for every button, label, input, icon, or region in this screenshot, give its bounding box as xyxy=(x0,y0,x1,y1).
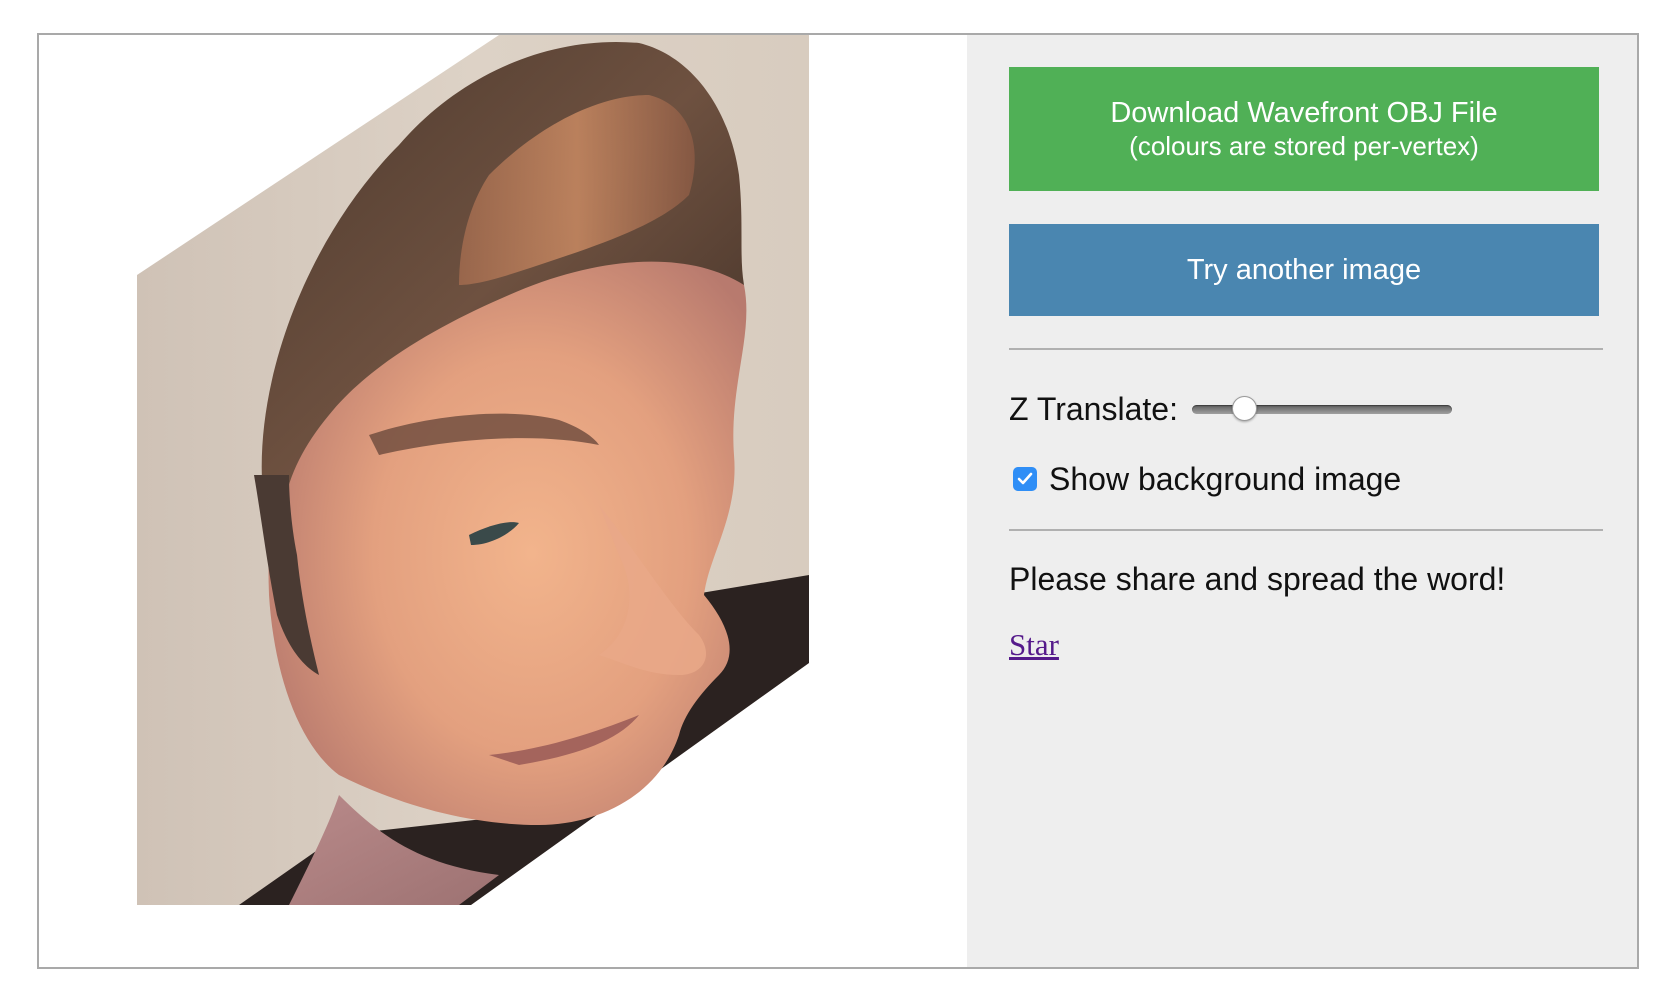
download-button-subtitle: (colours are stored per-vertex) xyxy=(1129,131,1479,161)
show-background-label: Show background image xyxy=(1049,460,1402,497)
z-translate-row: Z Translate: xyxy=(1009,387,1452,431)
show-background-row[interactable]: Show background image xyxy=(1009,457,1401,501)
face-mesh-render[interactable] xyxy=(39,35,967,967)
download-button-title: Download Wavefront OBJ File xyxy=(1110,97,1498,129)
star-link[interactable]: Star xyxy=(1009,627,1059,663)
try-another-image-button[interactable]: Try another image xyxy=(1009,224,1599,316)
z-translate-label: Z Translate: xyxy=(1009,390,1178,427)
checkmark-icon xyxy=(1017,472,1033,485)
slider-thumb[interactable] xyxy=(1231,396,1257,421)
app-frame: Download Wavefront OBJ File (colours are… xyxy=(37,33,1639,969)
share-text: Please share and spread the word! xyxy=(1009,561,1506,597)
3d-viewport[interactable] xyxy=(39,35,967,967)
slider-track[interactable] xyxy=(1191,405,1452,414)
z-translate-slider[interactable] xyxy=(1191,394,1452,424)
control-panel: Download Wavefront OBJ File (colours are… xyxy=(967,35,1637,967)
divider xyxy=(1009,348,1603,350)
download-obj-button[interactable]: Download Wavefront OBJ File (colours are… xyxy=(1009,67,1599,191)
show-background-checkbox[interactable] xyxy=(1013,467,1037,491)
divider xyxy=(1009,529,1603,531)
